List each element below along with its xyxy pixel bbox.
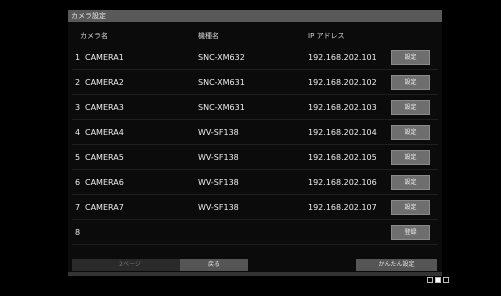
row-camera-name: CAMERA6 <box>85 178 124 187</box>
row-camera-name: CAMERA5 <box>85 153 124 162</box>
table-row: 5 CAMERA5 WV-SF138 192.168.202.105 設定 <box>68 145 442 170</box>
table-row: 8 登録 <box>68 220 442 245</box>
page-2-button[interactable]: 2ページ <box>72 259 188 271</box>
settings-button[interactable]: 設定 <box>391 100 430 115</box>
row-index: 8 <box>75 228 81 237</box>
row-model: SNC-XM631 <box>198 78 245 87</box>
settings-button[interactable]: 設定 <box>391 150 430 165</box>
row-index: 3 <box>75 103 81 112</box>
header-model: 機種名 <box>198 32 219 40</box>
settings-button[interactable]: 設定 <box>391 200 430 215</box>
easy-setup-button[interactable]: かんたん設定 <box>356 259 437 271</box>
register-button[interactable]: 登録 <box>391 225 430 240</box>
table-row: 4 CAMERA4 WV-SF138 192.168.202.104 設定 <box>68 120 442 145</box>
table-header: カメラ名 機種名 IP アドレス <box>68 30 442 42</box>
status-strip <box>68 272 442 276</box>
row-camera-name: CAMERA2 <box>85 78 124 87</box>
table-row: 6 CAMERA6 WV-SF138 192.168.202.106 設定 <box>68 170 442 195</box>
page-indicator <box>427 277 451 283</box>
header-ip-address: IP アドレス <box>308 32 345 40</box>
table-row: 3 CAMERA3 SNC-XM631 192.168.202.103 設定 <box>68 95 442 120</box>
settings-button[interactable]: 設定 <box>391 50 430 65</box>
footer-bar: 2ページ 戻る かんたん設定 <box>68 259 442 271</box>
row-index: 2 <box>75 78 81 87</box>
page-dot-active-icon <box>435 277 441 283</box>
page-dot-icon <box>443 277 449 283</box>
row-ip-address: 192.168.202.103 <box>308 103 377 112</box>
row-camera-name: CAMERA4 <box>85 128 124 137</box>
header-camera-name: カメラ名 <box>80 32 108 40</box>
row-model: WV-SF138 <box>198 128 239 137</box>
table-row: 1 CAMERA1 SNC-XM632 192.168.202.101 設定 <box>68 45 442 70</box>
row-index: 5 <box>75 153 81 162</box>
row-model: SNC-XM631 <box>198 103 245 112</box>
row-model: SNC-XM632 <box>198 53 245 62</box>
row-model: WV-SF138 <box>198 178 239 187</box>
row-index: 1 <box>75 53 81 62</box>
row-model: WV-SF138 <box>198 153 239 162</box>
window-title: カメラ設定 <box>71 12 106 20</box>
row-camera-name: CAMERA1 <box>85 53 124 62</box>
row-camera-name: CAMERA3 <box>85 103 124 112</box>
row-camera-name: CAMERA7 <box>85 203 124 212</box>
back-button[interactable]: 戻る <box>180 259 248 271</box>
row-ip-address: 192.168.202.102 <box>308 78 377 87</box>
settings-button[interactable]: 設定 <box>391 75 430 90</box>
row-index: 6 <box>75 178 81 187</box>
camera-settings-panel: カメラ設定 カメラ名 機種名 IP アドレス 1 CAMERA1 SNC-XM6… <box>68 10 442 276</box>
row-index: 7 <box>75 203 81 212</box>
row-index: 4 <box>75 128 81 137</box>
table-row: 2 CAMERA2 SNC-XM631 192.168.202.102 設定 <box>68 70 442 95</box>
row-ip-address: 192.168.202.107 <box>308 203 377 212</box>
row-ip-address: 192.168.202.106 <box>308 178 377 187</box>
row-ip-address: 192.168.202.101 <box>308 53 377 62</box>
row-model: WV-SF138 <box>198 203 239 212</box>
settings-button[interactable]: 設定 <box>391 125 430 140</box>
row-ip-address: 192.168.202.104 <box>308 128 377 137</box>
page-dot-icon <box>427 277 433 283</box>
table-row: 7 CAMERA7 WV-SF138 192.168.202.107 設定 <box>68 195 442 220</box>
row-ip-address: 192.168.202.105 <box>308 153 377 162</box>
settings-button[interactable]: 設定 <box>391 175 430 190</box>
window-titlebar: カメラ設定 <box>68 10 442 22</box>
